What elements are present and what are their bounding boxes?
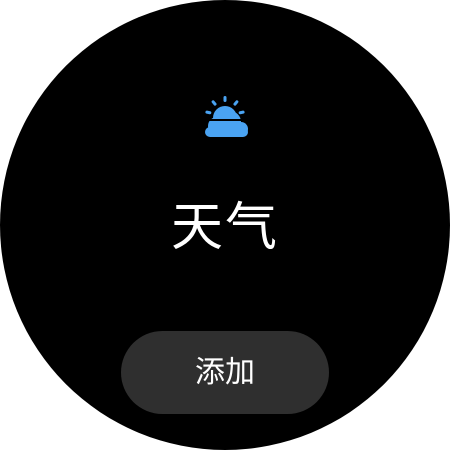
watch-screen: 天气 添加 — [0, 0, 450, 450]
add-button[interactable]: 添加 — [121, 331, 329, 414]
tile-title: 天气 — [170, 198, 279, 258]
partly-cloudy-icon — [205, 96, 248, 137]
